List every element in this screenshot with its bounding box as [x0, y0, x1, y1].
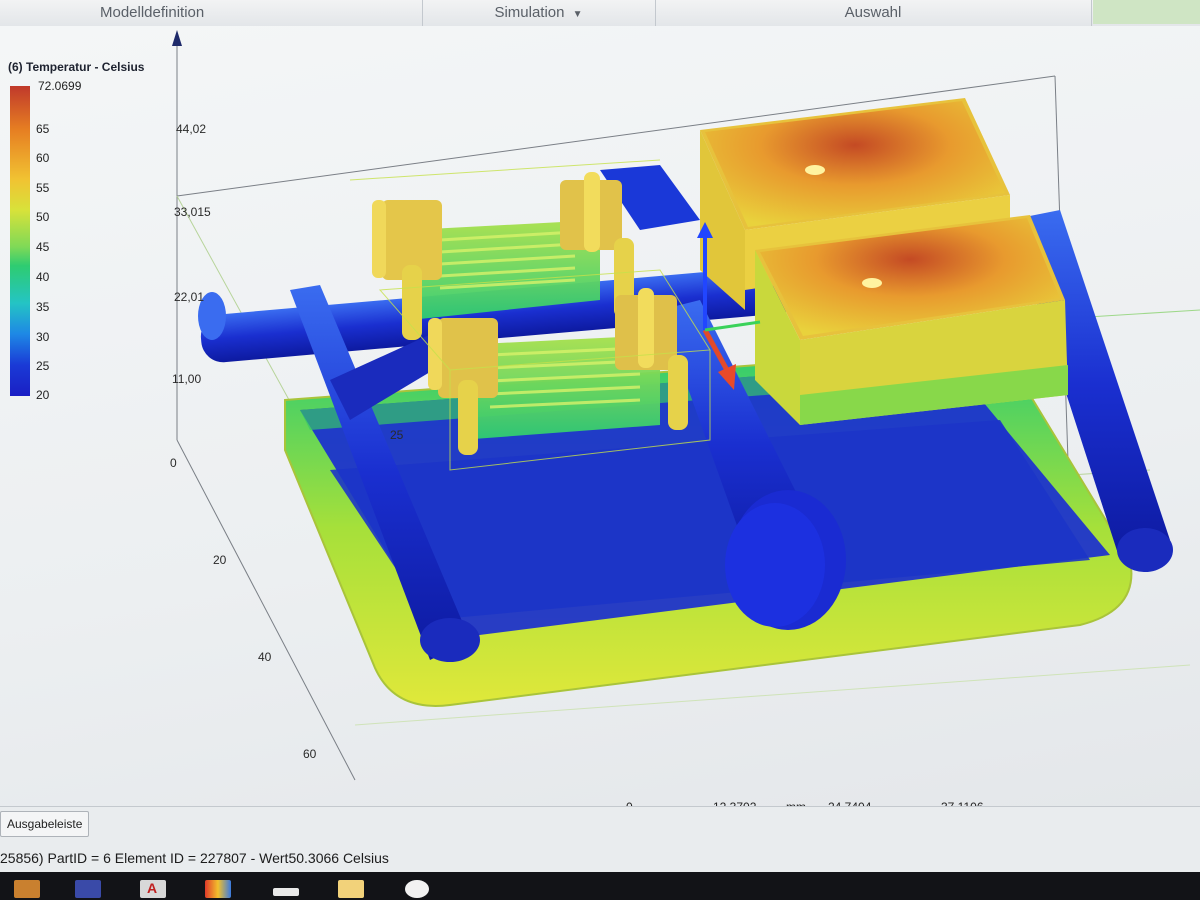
legend-tick: 45 [36, 240, 50, 254]
file-explorer-icon[interactable] [14, 880, 40, 898]
heat-source-front [755, 215, 1068, 425]
output-bar-button[interactable]: Ausgabeleiste [0, 811, 90, 837]
legend-title: (6) Temperatur - Celsius [8, 60, 145, 74]
z-axis-tick: 22,01 [174, 290, 205, 304]
legend-tick: 40 [36, 270, 50, 284]
z-axis-tick: 11,00 [172, 372, 202, 386]
temperature-color-scale [10, 86, 30, 396]
folder-icon[interactable] [338, 880, 364, 898]
x-axis-tick: 25 [390, 428, 404, 442]
legend-tick: 60 [36, 151, 50, 165]
thermal-model-render[interactable] [0, 26, 1200, 806]
window-icon[interactable] [273, 888, 299, 896]
legend-tick: 55 [36, 181, 50, 195]
acrobat-icon[interactable]: A [140, 880, 166, 898]
output-message: 25856) PartID = 6 Element ID = 227807 - … [0, 850, 389, 866]
windows-taskbar [0, 872, 1200, 900]
simulation-viewport[interactable]: (6) Temperatur - Celsius 72.0699 65 60 5… [0, 26, 1200, 823]
ribbon-tabs: Modelldefinition Simulation ▼ Auswahl [0, 0, 1200, 27]
legend-tick: 25 [36, 359, 50, 373]
y-axis-tick: 20 [213, 553, 227, 567]
tab-modelldefinition-label: Modelldefinition [100, 4, 205, 21]
legend-tick: 35 [36, 300, 50, 314]
legend-tick: 30 [36, 330, 50, 344]
tab-simulation[interactable]: Simulation ▼ [422, 0, 656, 26]
y-axis-tick: 40 [258, 650, 272, 664]
tab-simulation-label: Simulation [494, 4, 565, 21]
legend-tick: 65 [36, 122, 50, 136]
legend-tick: 50 [36, 210, 50, 224]
z-axis-tick: 0 [170, 456, 177, 470]
disk-icon[interactable] [405, 880, 429, 898]
ribbon-accent-tab[interactable] [1093, 0, 1200, 24]
z-axis-tick: 33,015 [174, 205, 211, 219]
tab-auswahl[interactable]: Auswahl [655, 0, 1092, 26]
tab-auswahl-label: Auswahl [844, 4, 902, 21]
chevron-down-icon: ▼ [572, 9, 583, 20]
z-axis-arrow [172, 30, 182, 46]
media-icon[interactable] [75, 880, 101, 898]
tab-modelldefinition[interactable]: Modelldefinition [0, 0, 423, 26]
legend-max-value: 72.0699 [38, 79, 82, 93]
y-axis-tick: 60 [303, 747, 317, 761]
z-axis-tick: 44,02 [176, 122, 207, 136]
legend-tick: 20 [36, 388, 50, 402]
office-icon[interactable] [205, 880, 231, 898]
